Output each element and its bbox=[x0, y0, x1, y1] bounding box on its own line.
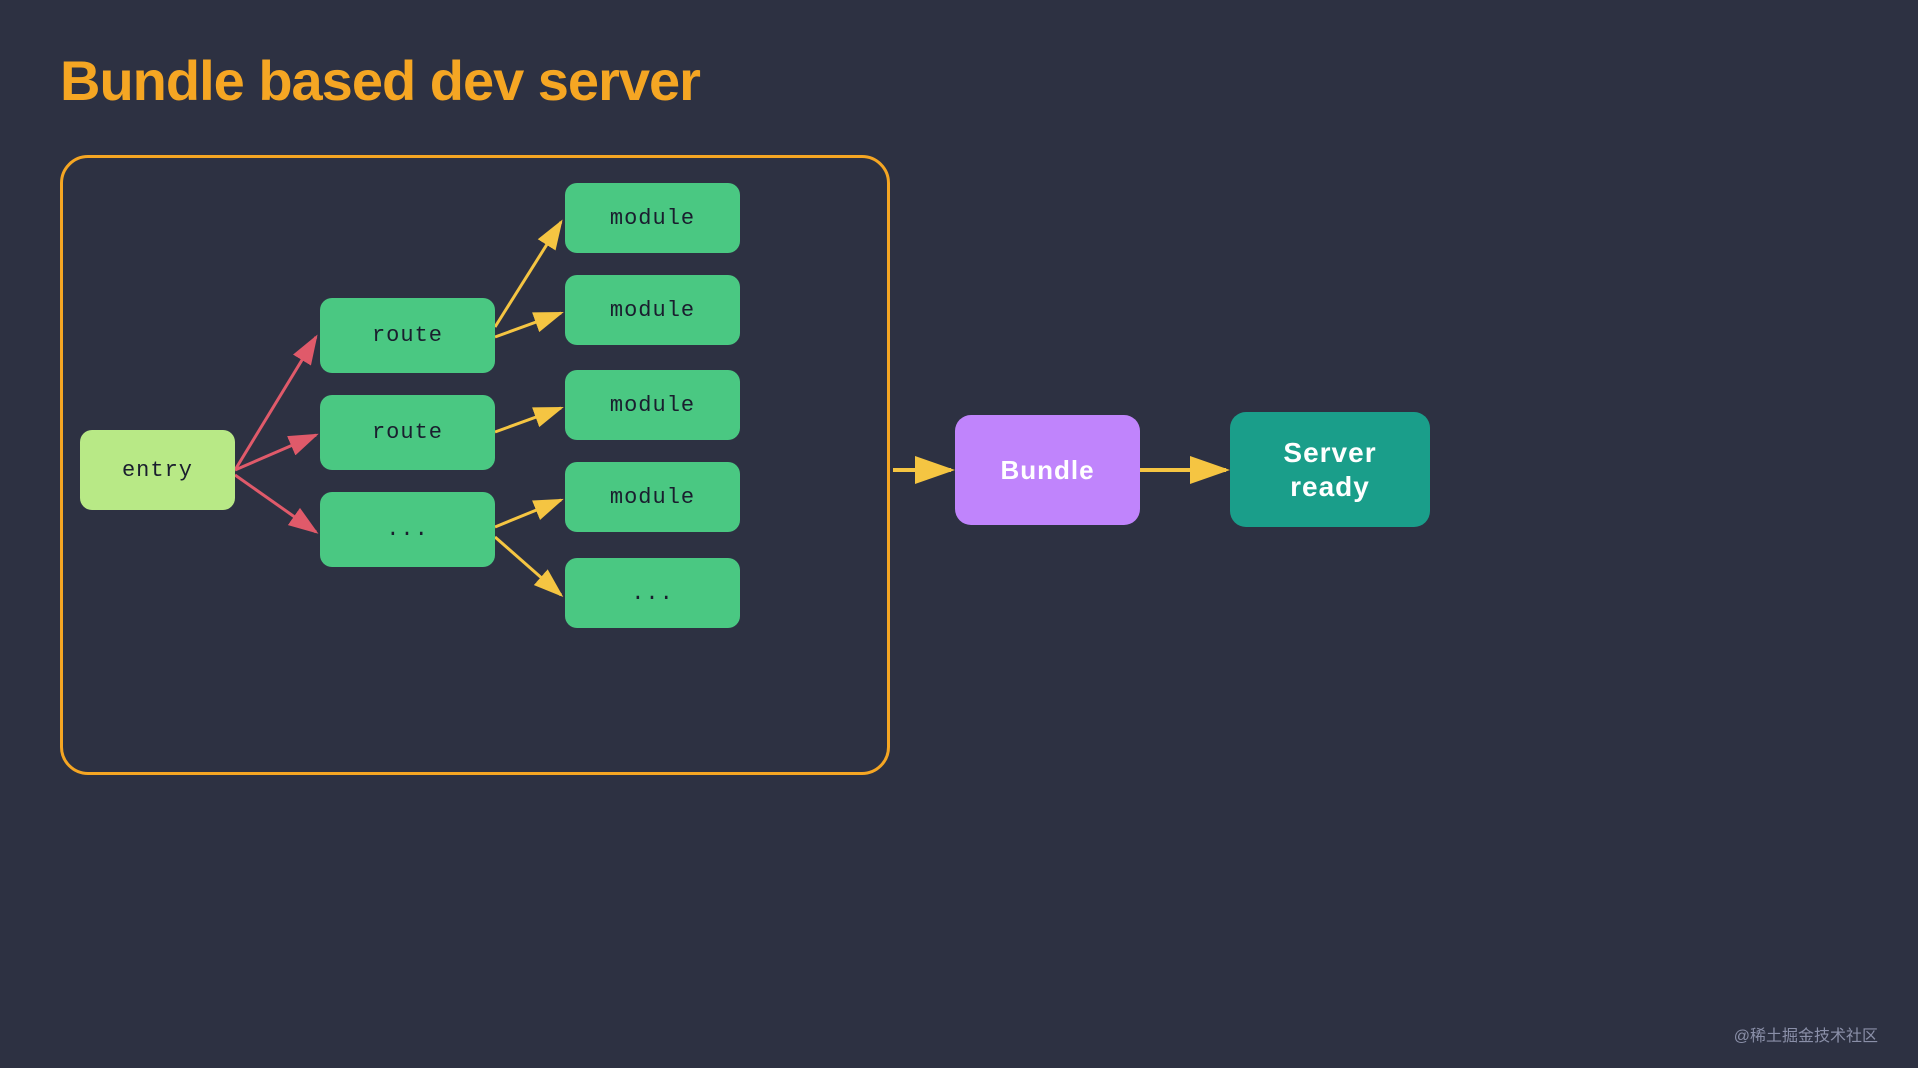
dots-right-node: ... bbox=[565, 558, 740, 628]
watermark: @稀土掘金技术社区 bbox=[1734, 1022, 1878, 1046]
module4-node: module bbox=[565, 462, 740, 532]
module3-node: module bbox=[565, 370, 740, 440]
module1-node: module bbox=[565, 183, 740, 253]
route2-node: route bbox=[320, 395, 495, 470]
module2-node: module bbox=[565, 275, 740, 345]
server-ready-node: Server ready bbox=[1230, 412, 1430, 527]
slide-title: Bundle based dev server bbox=[60, 48, 700, 113]
dots-left-node: ... bbox=[320, 492, 495, 567]
server-ready-label: Server ready bbox=[1283, 436, 1376, 503]
bundle-node: Bundle bbox=[955, 415, 1140, 525]
entry-node: entry bbox=[80, 430, 235, 510]
route1-node: route bbox=[320, 298, 495, 373]
